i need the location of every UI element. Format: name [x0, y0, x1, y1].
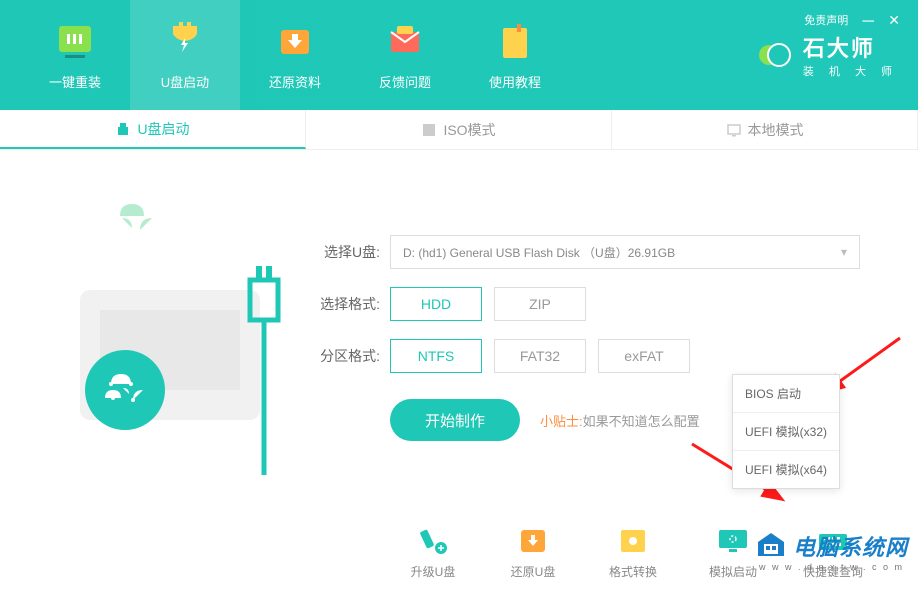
select-disk-label: 选择U盘: [300, 242, 380, 262]
action-convert[interactable]: 格式转换 [598, 525, 668, 580]
local-icon [726, 122, 742, 138]
fs-exfat[interactable]: exFAT [598, 339, 690, 373]
action-label: 升级U盘 [411, 563, 456, 580]
nav-reinstall[interactable]: 一键重装 [20, 0, 130, 110]
usb-boot-icon [163, 20, 207, 64]
upgrade-usb-icon [413, 525, 453, 557]
fs-label: 分区格式: [300, 346, 380, 366]
minimize-button[interactable]: － [860, 8, 876, 32]
nav-label: U盘启动 [161, 72, 209, 91]
nav-label: 反馈问题 [379, 72, 431, 91]
tab-iso[interactable]: ISO模式 [306, 110, 612, 149]
fs-fat32[interactable]: FAT32 [494, 339, 586, 373]
header: 免责声明 － ✕ 一键重装 U盘启动 还原资料 反馈问题 使用教程 [0, 0, 918, 110]
feedback-icon [383, 20, 427, 64]
disclaimer-link[interactable]: 免责声明 [804, 12, 848, 28]
action-restore[interactable]: 还原U盘 [498, 525, 568, 580]
popup-bios[interactable]: BIOS 启动 [733, 375, 839, 413]
brand-subtitle: 装 机 大 师 [803, 63, 898, 79]
action-label: 格式转换 [609, 563, 657, 580]
brand: 石大师 装 机 大 师 [757, 31, 898, 79]
nav-label: 使用教程 [489, 72, 541, 91]
format-label: 选择格式: [300, 294, 380, 314]
tab-label: ISO模式 [443, 120, 495, 140]
nav-feedback[interactable]: 反馈问题 [350, 0, 460, 110]
nav-restore[interactable]: 还原资料 [240, 0, 350, 110]
restore-icon [273, 20, 317, 64]
popup-uefi32[interactable]: UEFI 模拟(x32) [733, 413, 839, 451]
mode-tabs: U盘启动 ISO模式 本地模式 [0, 110, 918, 150]
illustration [30, 180, 300, 495]
brand-logo-icon [757, 37, 793, 73]
nav-tutorial[interactable]: 使用教程 [460, 0, 570, 110]
tab-usb[interactable]: U盘启动 [0, 110, 306, 149]
boot-mode-popup: BIOS 启动 UEFI 模拟(x32) UEFI 模拟(x64) [732, 374, 840, 489]
disk-select[interactable]: D: (hd1) General USB Flash Disk （U盘）26.9… [390, 235, 860, 269]
watermark-icon [755, 530, 787, 562]
usb-icon [115, 121, 131, 137]
close-button[interactable]: ✕ [888, 12, 900, 29]
action-label: 模拟启动 [709, 563, 757, 580]
tab-label: 本地模式 [748, 120, 804, 140]
reinstall-icon [53, 20, 97, 64]
chevron-down-icon: ▾ [841, 245, 847, 259]
start-button[interactable]: 开始制作 [390, 399, 520, 441]
disk-select-value: D: (hd1) General USB Flash Disk （U盘）26.9… [403, 244, 675, 261]
nav-label: 一键重装 [49, 72, 101, 91]
tip-text: 如果不知道怎么配置 [583, 411, 700, 430]
watermark: 电脑系统网 w w w . d n x t w . c o m [755, 530, 908, 572]
popup-uefi64[interactable]: UEFI 模拟(x64) [733, 451, 839, 488]
tab-local[interactable]: 本地模式 [612, 110, 918, 149]
tip-label: 小贴士: [540, 411, 583, 430]
simulate-icon [713, 525, 753, 557]
watermark-url: w w w . d n x t w . c o m [759, 562, 904, 572]
tab-label: U盘启动 [137, 119, 189, 139]
format-zip[interactable]: ZIP [494, 287, 586, 321]
fs-ntfs[interactable]: NTFS [390, 339, 482, 373]
watermark-name: 电脑系统网 [793, 530, 908, 562]
iso-icon [421, 122, 437, 138]
format-hdd[interactable]: HDD [390, 287, 482, 321]
brand-title: 石大师 [803, 31, 898, 63]
convert-icon [613, 525, 653, 557]
tutorial-icon [493, 20, 537, 64]
action-upgrade[interactable]: 升级U盘 [398, 525, 468, 580]
restore-usb-icon [513, 525, 553, 557]
action-label: 还原U盘 [511, 563, 556, 580]
nav-label: 还原资料 [269, 72, 321, 91]
nav-usb[interactable]: U盘启动 [130, 0, 240, 110]
